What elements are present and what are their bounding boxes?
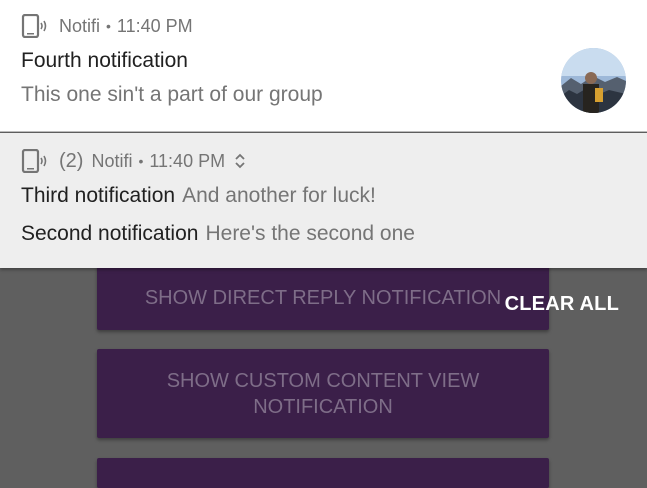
notification-text: Here's the second one [205, 222, 415, 245]
group-line-third: Third notification And another for luck! [21, 184, 376, 208]
show-custom-content-view-button[interactable]: SHOW CUSTOM CONTENT VIEW NOTIFICATION [97, 349, 549, 438]
notification-time: 11:40 PM [116, 15, 193, 36]
notification-title: Third notification [21, 184, 176, 207]
notification-app-name: Notifi [59, 15, 101, 36]
avatar [561, 48, 626, 113]
group-count: (2) [59, 149, 84, 172]
show-direct-reply-button[interactable]: SHOW DIRECT REPLY NOTIFICATION [97, 262, 549, 330]
notification-text: And another for luck! [182, 184, 376, 207]
partially-visible-button[interactable] [97, 458, 549, 488]
expand-icon[interactable] [233, 152, 247, 170]
notification-text: This one sin't a part of our group [21, 83, 323, 106]
phone-vibrate-icon [21, 14, 47, 38]
show-custom-content-view-label: SHOW CUSTOM CONTENT VIEW NOTIFICATION [166, 369, 480, 418]
header-separator: • [138, 153, 144, 169]
notification-title: Fourth notification [21, 49, 188, 72]
show-direct-reply-label: SHOW DIRECT REPLY NOTIFICATION [144, 287, 502, 309]
clear-all-button[interactable]: CLEAR ALL [505, 293, 619, 316]
phone-vibrate-icon [21, 149, 47, 173]
notification-title: Second notification [21, 222, 199, 245]
notification-group-header: (2) Notifi • 11:40 PM [21, 149, 247, 173]
notification-header: Notifi • 11:40 PM [21, 14, 193, 38]
header-separator: • [106, 18, 111, 34]
notification-app-name: Notifi [91, 150, 133, 171]
group-line-second: Second notification Here's the second one [21, 222, 415, 246]
notification-time: 11:40 PM [149, 150, 226, 171]
